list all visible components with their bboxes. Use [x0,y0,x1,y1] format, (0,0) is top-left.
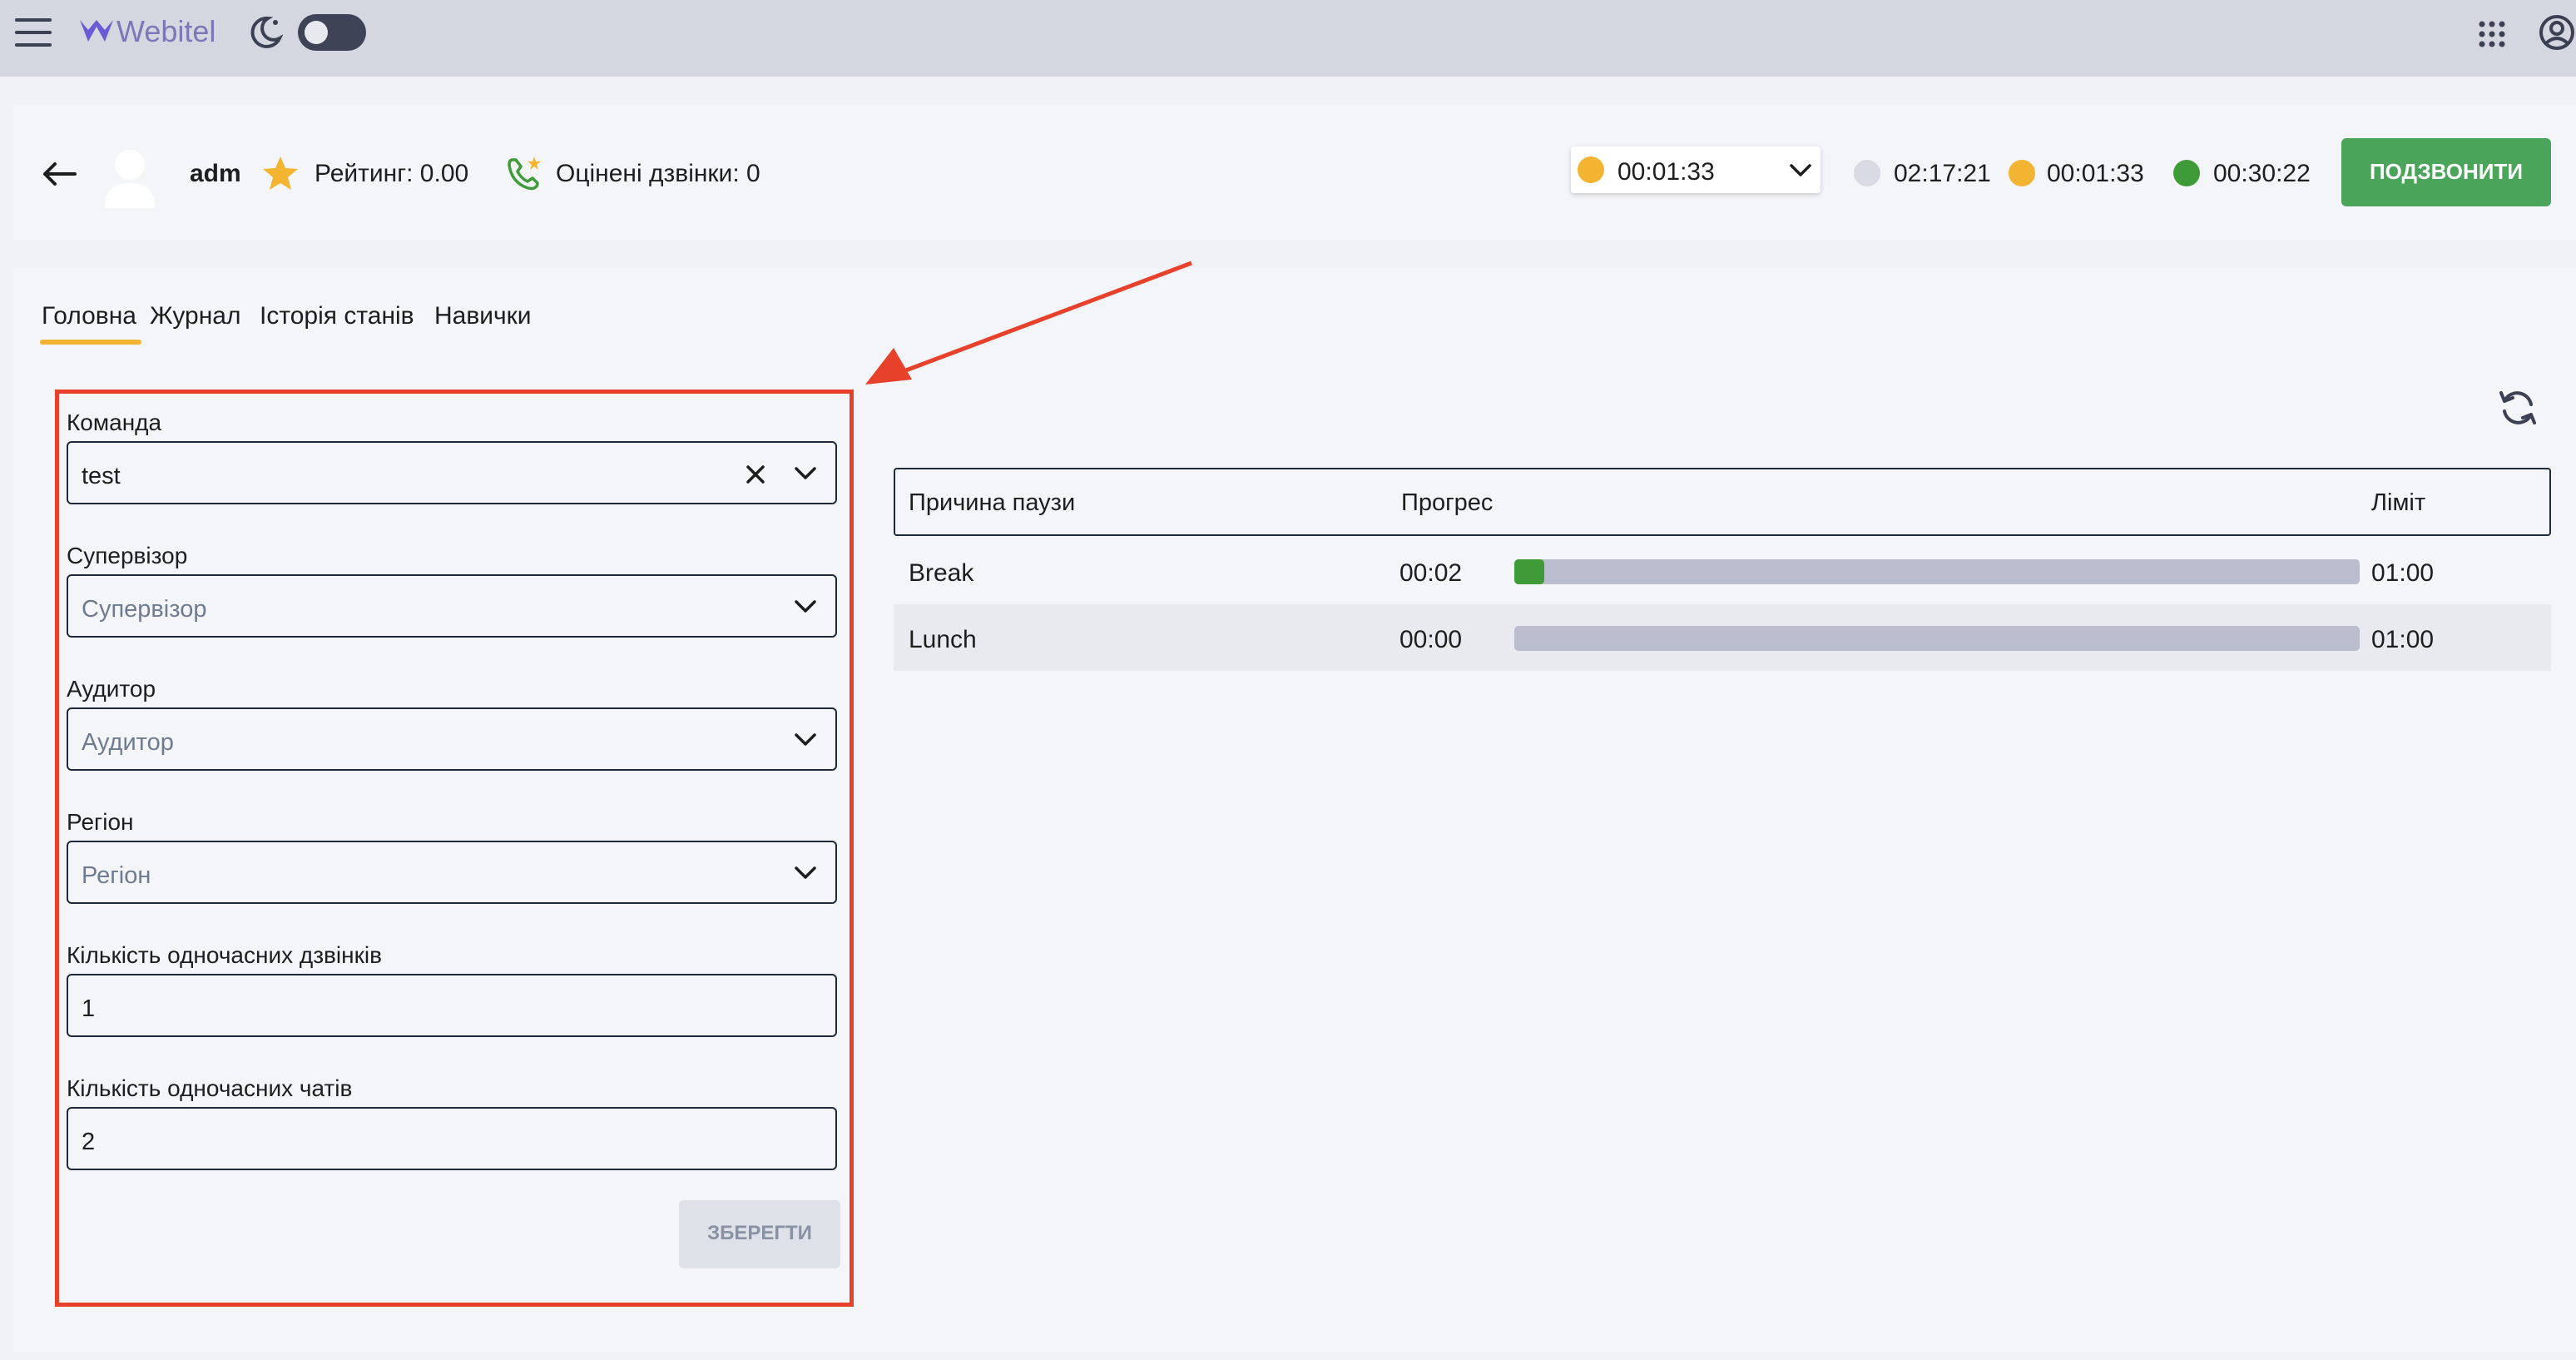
online-status-dot [2173,160,2200,186]
tab-status-history[interactable]: Історія станів [260,302,414,330]
rated-calls: Оцінені дзвінки: 0 [556,160,760,187]
offline-status-dot [1854,160,1880,186]
status-select[interactable]: 00:01:33 [1571,146,1821,193]
tab-journal[interactable]: Журнал [150,302,240,330]
progress-bar-fill [1514,559,1544,584]
annotation-highlight-box [55,390,854,1307]
column-reason: Причина паузи [909,489,1076,516]
dark-mode-icon[interactable] [248,15,283,50]
status-pause-dot [1578,156,1604,183]
star-icon [263,156,298,190]
menu-icon[interactable] [15,18,52,47]
brand-name: Webitel [116,14,216,48]
tab-skills[interactable]: Навички [434,302,532,330]
account-icon[interactable] [2538,13,2576,52]
agent-name: adm [190,160,241,187]
row-limit: 01:00 [2371,559,2435,587]
progress-bar [1514,626,2360,651]
row-reason: Break [909,559,974,587]
online-timer: 00:30:22 [2213,160,2311,187]
column-progress: Прогрес [1401,489,1494,516]
refresh-icon[interactable] [2498,388,2538,428]
theme-toggle-knob [305,21,328,44]
rated-call-icon [508,156,541,191]
chevron-down-icon [1790,164,1811,176]
row-limit: 01:00 [2371,626,2435,653]
back-arrow-icon[interactable] [42,161,77,186]
avatar [105,150,155,208]
call-button-label: ПОДЗВОНИТИ [2369,159,2524,184]
offline-timer: 02:17:21 [1894,160,1991,187]
apps-grid-icon[interactable] [2478,20,2506,48]
row-elapsed: 00:00 [1399,626,1463,653]
status-select-value: 00:01:33 [1617,158,1715,186]
tab-main[interactable]: Головна [42,302,136,330]
call-button[interactable]: ПОДЗВОНИТИ [2341,138,2551,206]
theme-toggle[interactable] [298,14,366,51]
pause-timer: 00:01:33 [2047,160,2144,187]
column-limit: Ліміт [2371,489,2426,516]
active-tab-indicator [40,340,141,345]
pause-status-dot [2009,160,2035,186]
top-app-bar [0,0,2576,77]
agent-rating: Рейтинг: 0.00 [315,160,469,187]
progress-bar [1514,559,2360,584]
row-reason: Lunch [909,626,977,653]
annotation-arrow [865,261,1192,385]
row-elapsed: 00:02 [1399,559,1463,587]
pause-table-header: Причина паузи Прогрес Ліміт [894,468,2551,536]
webitel-logo-icon [80,20,113,42]
